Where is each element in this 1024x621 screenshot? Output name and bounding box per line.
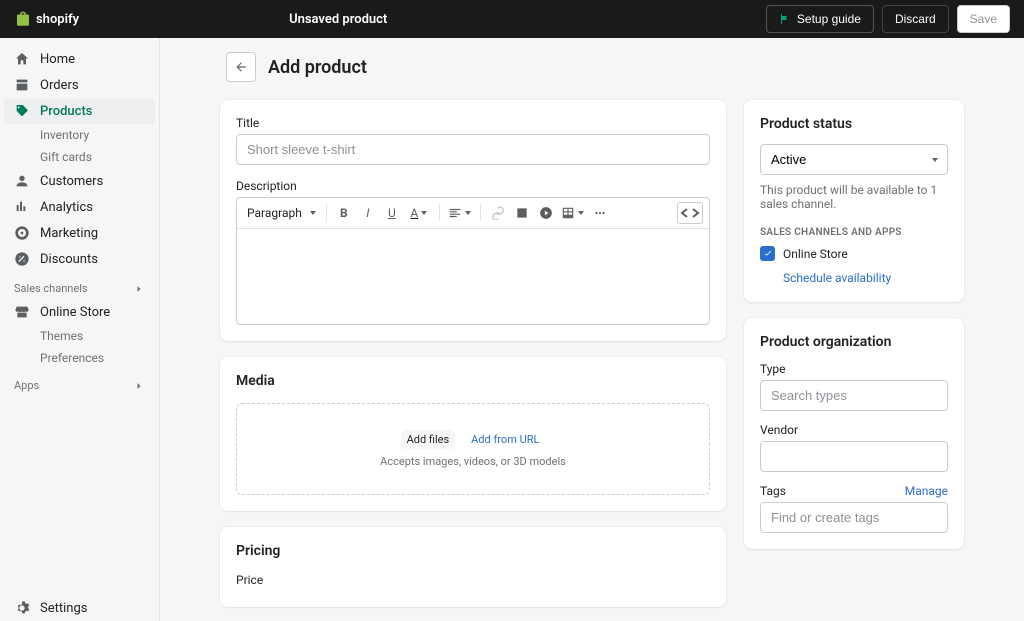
save-button[interactable]: Save <box>957 5 1010 33</box>
type-label: Type <box>760 362 948 376</box>
nav-inventory[interactable]: Inventory <box>0 124 159 146</box>
rte-table[interactable] <box>559 202 587 224</box>
rte-bold[interactable]: B <box>333 202 355 224</box>
table-icon <box>561 206 575 220</box>
rte-link[interactable] <box>487 202 509 224</box>
rte-image[interactable] <box>511 202 533 224</box>
store-icon <box>14 304 30 320</box>
target-icon <box>14 225 30 241</box>
nav-online-store[interactable]: Online Store <box>0 299 159 325</box>
brand-text: shopify <box>36 12 79 27</box>
nav-orders[interactable]: Orders <box>0 72 159 98</box>
play-icon <box>539 206 553 220</box>
description-body[interactable] <box>237 229 709 324</box>
link-icon <box>491 206 505 220</box>
channel-label: Online Store <box>783 247 848 261</box>
orders-icon <box>14 77 30 93</box>
card-media: Media Add files Add from URL Accepts ima… <box>220 357 726 511</box>
type-input[interactable] <box>760 380 948 411</box>
back-button[interactable] <box>226 52 256 82</box>
card-organization: Product organization Type Vendor Tags Ma… <box>744 318 964 549</box>
status-helper: This product will be available to 1 sale… <box>760 183 948 211</box>
nav-products[interactable]: Products <box>4 98 155 124</box>
check-icon <box>763 249 773 259</box>
tags-manage-link[interactable]: Manage <box>905 484 948 498</box>
rte-italic[interactable]: I <box>357 202 379 224</box>
description-editor: Paragraph B I U A <box>236 197 710 325</box>
image-icon <box>515 206 529 220</box>
nav-section-apps[interactable]: Apps <box>0 369 159 396</box>
discard-button[interactable]: Discard <box>882 5 949 33</box>
media-heading: Media <box>236 373 710 389</box>
tag-icon <box>14 103 30 119</box>
home-icon <box>14 51 30 67</box>
nav-analytics[interactable]: Analytics <box>0 194 159 220</box>
add-url-button[interactable]: Add from URL <box>465 430 545 449</box>
chevron-right-icon <box>133 283 145 295</box>
card-basic: Title Description Paragraph B I U <box>220 100 726 341</box>
analytics-icon <box>14 199 30 215</box>
rte-html[interactable] <box>677 202 703 224</box>
flag-icon <box>779 13 791 25</box>
nav-themes[interactable]: Themes <box>0 325 159 347</box>
chevron-right-icon <box>133 380 145 392</box>
org-heading: Product organization <box>760 334 948 350</box>
nav-home[interactable]: Home <box>0 46 159 72</box>
rte-video[interactable] <box>535 202 557 224</box>
rte-more[interactable] <box>589 202 611 224</box>
shopify-logo[interactable]: shopify <box>14 10 79 28</box>
card-pricing: Pricing Price <box>220 527 726 607</box>
pricing-heading: Pricing <box>236 543 710 559</box>
tags-label: Tags <box>760 484 786 498</box>
setup-guide-button[interactable]: Setup guide <box>766 5 874 33</box>
rte-align[interactable] <box>446 202 474 224</box>
sidebar: Home Orders Products Inventory Gift card… <box>0 38 160 621</box>
price-label: Price <box>236 573 710 587</box>
channel-checkbox[interactable] <box>760 246 775 261</box>
title-label: Title <box>236 116 710 130</box>
dots-icon <box>593 206 607 220</box>
add-files-button[interactable]: Add files <box>401 430 456 449</box>
media-hint: Accepts images, videos, or 3D models <box>247 455 699 468</box>
status-select[interactable] <box>760 144 948 175</box>
status-heading: Product status <box>760 116 948 132</box>
align-icon <box>448 206 462 220</box>
nav-marketing[interactable]: Marketing <box>0 220 159 246</box>
nav-preferences[interactable]: Preferences <box>0 347 159 369</box>
gear-icon <box>14 600 30 616</box>
code-icon <box>678 201 702 225</box>
channels-heading: Sales channels and apps <box>760 227 948 238</box>
unsaved-title: Unsaved product <box>289 12 387 27</box>
description-label: Description <box>236 179 710 193</box>
page-title: Add product <box>268 57 367 78</box>
tags-input[interactable] <box>760 502 948 533</box>
card-status: Product status This product will be avai… <box>744 100 964 302</box>
discount-icon <box>14 251 30 267</box>
rte-format-select[interactable]: Paragraph <box>243 206 320 221</box>
media-dropzone[interactable]: Add files Add from URL Accepts images, v… <box>236 403 710 495</box>
arrow-left-icon <box>234 60 248 74</box>
title-input[interactable] <box>236 134 710 165</box>
nav-customers[interactable]: Customers <box>0 168 159 194</box>
rte-color[interactable]: A <box>405 202 433 224</box>
nav-discounts[interactable]: Discounts <box>0 246 159 272</box>
vendor-label: Vendor <box>760 423 948 437</box>
shopify-bag-icon <box>14 10 32 28</box>
rte-underline[interactable]: U <box>381 202 403 224</box>
vendor-input[interactable] <box>760 441 948 472</box>
nav-giftcards[interactable]: Gift cards <box>0 146 159 168</box>
user-icon <box>14 173 30 189</box>
nav-settings[interactable]: Settings <box>0 595 159 621</box>
schedule-link[interactable]: Schedule availability <box>783 271 891 285</box>
nav-section-sales[interactable]: Sales channels <box>0 272 159 299</box>
